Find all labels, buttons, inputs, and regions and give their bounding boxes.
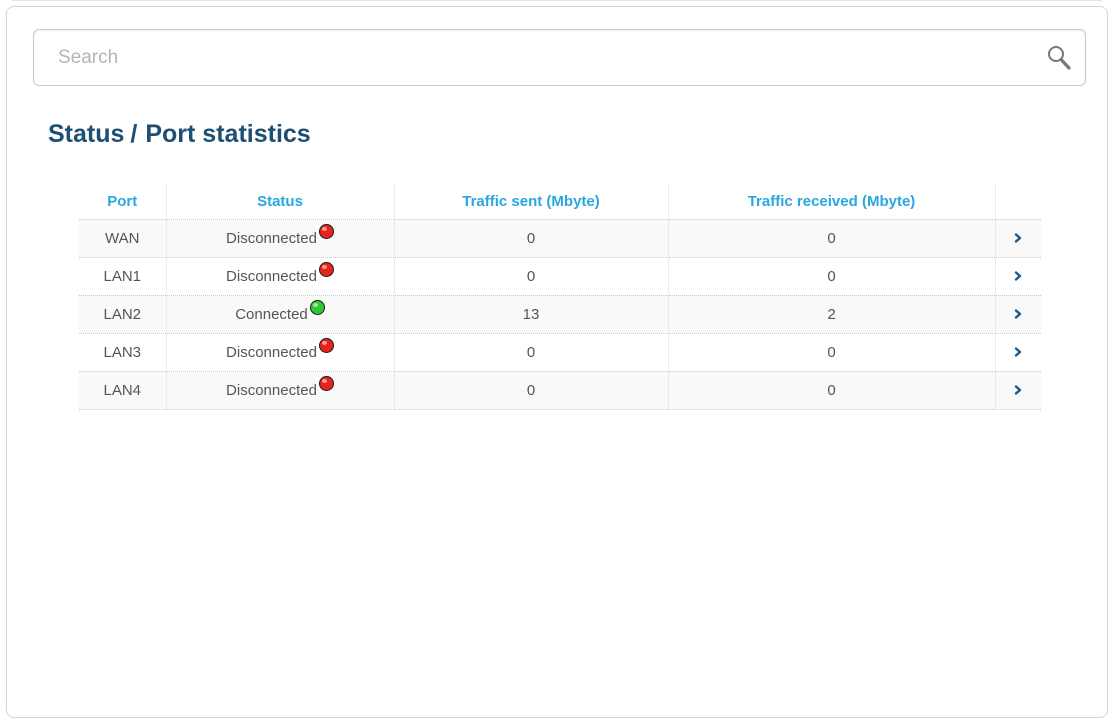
status-text: Connected (235, 305, 308, 323)
traffic-sent-cell: 0 (394, 371, 669, 410)
page-title: Status / Port statistics (48, 120, 311, 149)
status-cell: Disconnected (166, 219, 395, 258)
port-statistics-table: Port Status Traffic sent (Mbyte) Traffic… (79, 183, 1041, 410)
status-dot-icon (318, 376, 334, 392)
table-row[interactable]: WAN Disconnected 0 0 (79, 219, 1041, 258)
chevron-right-icon[interactable] (1012, 269, 1024, 281)
row-action-cell[interactable] (995, 333, 1041, 372)
row-action-cell[interactable] (995, 219, 1041, 258)
row-action-cell[interactable] (995, 371, 1041, 410)
traffic-sent-cell: 0 (394, 333, 669, 372)
breadcrumb-section[interactable]: Status (48, 120, 124, 148)
status-cell: Disconnected (166, 371, 395, 410)
status-dot-icon (318, 338, 334, 354)
column-header-traffic-sent: Traffic sent (Mbyte) (394, 183, 669, 220)
column-header-status: Status (166, 183, 395, 220)
status-cell: Disconnected (166, 333, 395, 372)
traffic-sent-cell: 0 (394, 257, 669, 296)
chevron-right-icon[interactable] (1012, 383, 1024, 395)
table-row[interactable]: LAN1 Disconnected 0 0 (79, 257, 1041, 296)
search-bar[interactable] (33, 29, 1086, 86)
port-cell: LAN4 (79, 371, 167, 410)
table-row[interactable]: LAN2 Connected 13 2 (79, 295, 1041, 334)
column-header-port: Port (79, 183, 167, 220)
status-dot-icon (309, 300, 325, 316)
traffic-received-cell: 2 (668, 295, 996, 334)
traffic-received-cell: 0 (668, 219, 996, 258)
search-input[interactable] (35, 31, 1035, 84)
column-header-action (995, 183, 1041, 220)
status-text: Disconnected (226, 267, 317, 285)
chevron-right-icon[interactable] (1012, 231, 1024, 243)
status-text: Disconnected (226, 343, 317, 361)
traffic-received-cell: 0 (668, 371, 996, 410)
status-cell: Connected (166, 295, 395, 334)
status-cell: Disconnected (166, 257, 395, 296)
status-dot-icon (318, 224, 334, 240)
table-header-row: Port Status Traffic sent (Mbyte) Traffic… (79, 183, 1041, 220)
port-cell: LAN1 (79, 257, 167, 296)
column-header-traffic-received: Traffic received (Mbyte) (668, 183, 996, 220)
port-cell: LAN3 (79, 333, 167, 372)
traffic-sent-cell: 13 (394, 295, 669, 334)
table-row[interactable]: LAN3 Disconnected 0 0 (79, 333, 1041, 372)
table-row[interactable]: LAN4 Disconnected 0 0 (79, 371, 1041, 410)
status-text: Disconnected (226, 229, 317, 247)
breadcrumb-current: Port statistics (145, 120, 311, 148)
row-action-cell[interactable] (995, 257, 1041, 296)
traffic-sent-cell: 0 (394, 219, 669, 258)
traffic-received-cell: 0 (668, 333, 996, 372)
row-action-cell[interactable] (995, 295, 1041, 334)
search-icon[interactable] (1045, 44, 1073, 72)
breadcrumb-separator: / (130, 120, 138, 148)
chevron-right-icon[interactable] (1012, 345, 1024, 357)
chevron-right-icon[interactable] (1012, 307, 1024, 319)
port-cell: LAN2 (79, 295, 167, 334)
port-cell: WAN (79, 219, 167, 258)
status-text: Disconnected (226, 381, 317, 399)
status-dot-icon (318, 262, 334, 278)
traffic-received-cell: 0 (668, 257, 996, 296)
